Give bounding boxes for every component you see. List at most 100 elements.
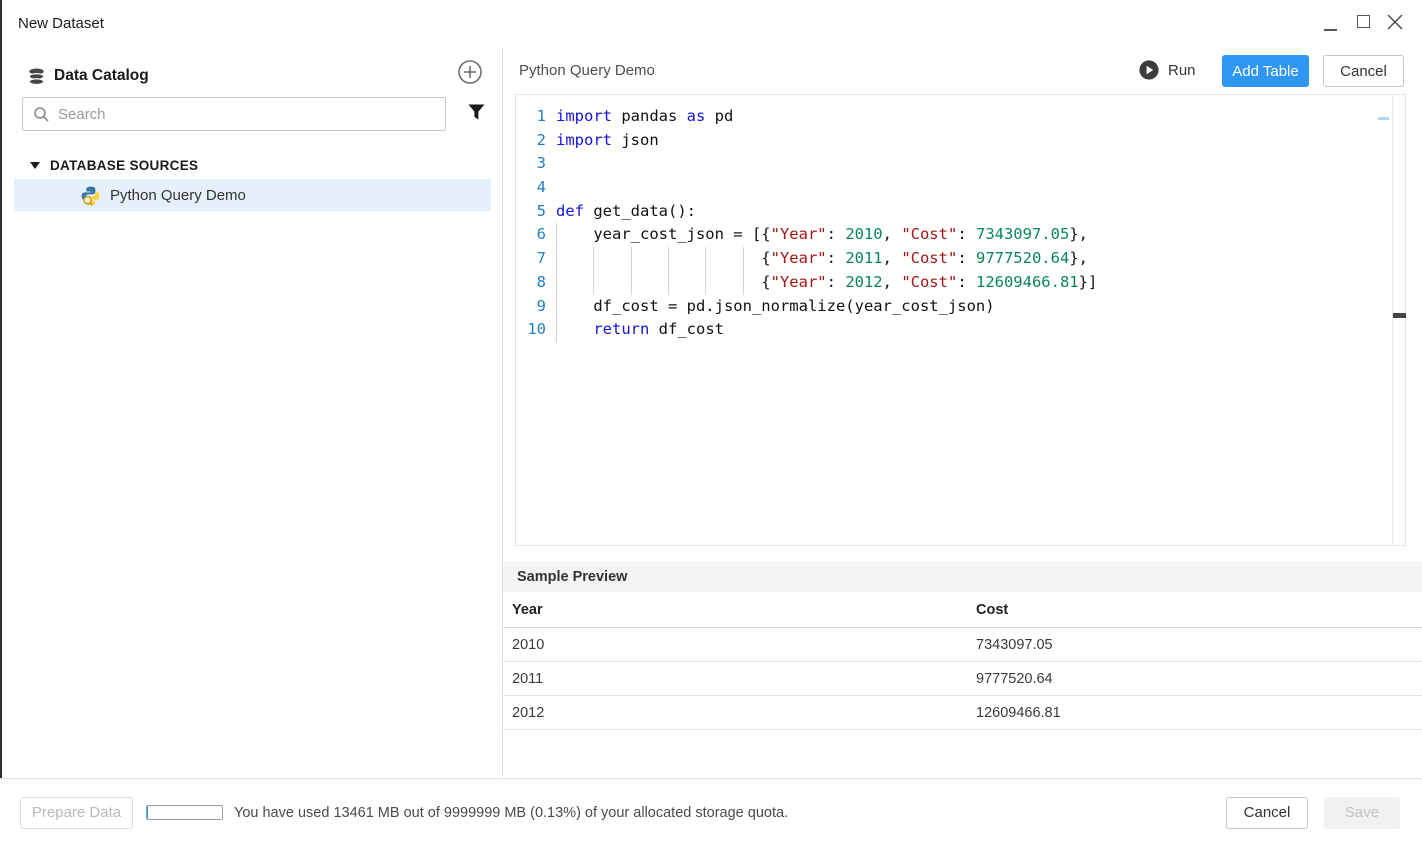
maximize-button[interactable] [1349, 8, 1377, 36]
titlebar: New Dataset [2, 0, 1422, 48]
close-icon [1381, 8, 1409, 36]
new-dataset-dialog: New Dataset Data Catalog [0, 0, 1422, 846]
sample-preview-title: Sample Preview [517, 569, 627, 585]
code-text: year_cost_json = [{"Year": 2010, "Cost":… [556, 223, 1088, 247]
code-line: 10 return df_cost [516, 318, 1391, 342]
line-number: 5 [516, 200, 546, 224]
sample-preview-table: Year Cost 20107343097.0520119777520.6420… [503, 592, 1422, 730]
indent-guide [556, 271, 557, 295]
code-line: 8 {"Year": 2012, "Cost": 12609466.81}] [516, 271, 1391, 295]
overview-ruler-mark [1378, 117, 1389, 120]
indent-guide [593, 247, 594, 271]
cell-year: 2010 [503, 637, 976, 653]
code-text: import pandas as pd [556, 105, 733, 129]
footer-cancel-button[interactable]: Cancel [1226, 797, 1308, 829]
code-text: {"Year": 2012, "Cost": 12609466.81}] [556, 271, 1097, 295]
column-header-year: Year [503, 602, 976, 618]
collapse-caret-icon [30, 162, 40, 169]
line-number: 6 [516, 223, 546, 247]
search-box [22, 97, 446, 131]
cell-year: 2012 [503, 705, 976, 721]
indent-guide [705, 271, 706, 295]
play-icon [1139, 60, 1159, 80]
filter-button[interactable] [464, 103, 488, 127]
data-catalog-panel: Data Catalog DATABASE SOURCES [2, 48, 503, 777]
code-text: return df_cost [556, 318, 724, 342]
catalog-header: Data Catalog [28, 58, 149, 94]
line-number: 4 [516, 176, 546, 200]
search-icon [33, 106, 50, 123]
sample-preview-header: Sample Preview [503, 562, 1422, 592]
search-input[interactable] [50, 106, 445, 123]
query-cancel-button[interactable]: Cancel [1323, 55, 1404, 87]
line-number: 2 [516, 129, 546, 153]
save-button[interactable]: Save [1324, 797, 1400, 829]
code-line: 9 df_cost = pd.json_normalize(year_cost_… [516, 295, 1391, 319]
preview-table-body: 20107343097.0520119777520.64201212609466… [503, 628, 1422, 730]
storage-progress-bar [146, 805, 223, 820]
table-header-row: Year Cost [503, 592, 1422, 628]
code-editor[interactable]: 1 import pandas as pd 2 import json 345 def g… [515, 94, 1406, 546]
python-query-icon [80, 185, 101, 206]
code-text: {"Year": 2011, "Cost": 9777520.64}, [556, 247, 1088, 271]
plus-circle-icon [457, 59, 483, 85]
sidebar-item-label: Python Query Demo [110, 187, 246, 204]
add-table-button[interactable]: Add Table [1222, 55, 1309, 87]
query-title: Python Query Demo [519, 62, 655, 79]
indent-guide [631, 247, 632, 271]
cell-year: 2011 [503, 671, 976, 687]
sidebar-section-database-sources[interactable]: DATABASE SOURCES [30, 151, 198, 179]
line-number: 8 [516, 271, 546, 295]
indent-guide [556, 223, 557, 247]
cell-cost: 7343097.05 [976, 637, 1422, 653]
code-lines: 1 import pandas as pd 2 import json 345 def g… [516, 95, 1391, 545]
storage-quota-text: You have used 13461 MB out of 9999999 MB… [234, 805, 788, 821]
line-number: 3 [516, 152, 546, 176]
table-row: 20119777520.64 [503, 662, 1422, 696]
line-number: 9 [516, 295, 546, 319]
indent-guide [743, 271, 744, 295]
line-number: 1 [516, 105, 546, 129]
filter-funnel-icon [468, 104, 485, 123]
line-number: 10 [516, 318, 546, 342]
column-header-cost: Cost [976, 602, 1422, 618]
minimize-icon [1324, 29, 1337, 31]
code-line: 2 import json [516, 129, 1391, 153]
indent-guide [593, 271, 594, 295]
minimize-button[interactable] [1316, 8, 1344, 36]
run-button[interactable]: Run [1139, 60, 1196, 80]
indent-guide [631, 271, 632, 295]
indent-guide [705, 247, 706, 271]
code-text: def get_data(): [556, 200, 696, 224]
code-text: import json [556, 129, 659, 153]
code-line: 4 [516, 176, 1391, 200]
editor-scrollbar[interactable] [1392, 95, 1405, 545]
catalog-title: Data Catalog [54, 67, 149, 85]
code-line: 1 import pandas as pd [516, 105, 1391, 129]
prepare-data-button[interactable]: Prepare Data [20, 797, 133, 829]
cell-cost: 12609466.81 [976, 705, 1422, 721]
window-title: New Dataset [18, 15, 104, 32]
table-row: 201212609466.81 [503, 696, 1422, 730]
table-row: 20107343097.05 [503, 628, 1422, 662]
close-button[interactable] [1381, 8, 1409, 36]
section-label: DATABASE SOURCES [50, 158, 198, 173]
indent-guide [556, 295, 557, 319]
add-source-button[interactable] [455, 58, 485, 88]
scrollbar-thumb[interactable] [1393, 313, 1406, 318]
code-line: 6 year_cost_json = [{"Year": 2010, "Cost… [516, 223, 1391, 247]
database-icon [28, 68, 45, 85]
maximize-icon [1357, 15, 1370, 28]
line-number: 7 [516, 247, 546, 271]
code-line: 7 {"Year": 2011, "Cost": 9777520.64}, [516, 247, 1391, 271]
indent-guide [668, 271, 669, 295]
code-text: df_cost = pd.json_normalize(year_cost_js… [556, 295, 995, 319]
sidebar-item-python-query-demo[interactable]: Python Query Demo [14, 179, 491, 211]
indent-guide [743, 247, 744, 271]
code-line: 5 def get_data(): [516, 200, 1391, 224]
indent-guide [556, 318, 557, 342]
dialog-footer: Prepare Data You have used 13461 MB out … [0, 778, 1422, 846]
query-panel: Python Query Demo Run Add Table Cancel 1… [503, 48, 1422, 777]
code-line: 3 [516, 152, 1391, 176]
cell-cost: 9777520.64 [976, 671, 1422, 687]
